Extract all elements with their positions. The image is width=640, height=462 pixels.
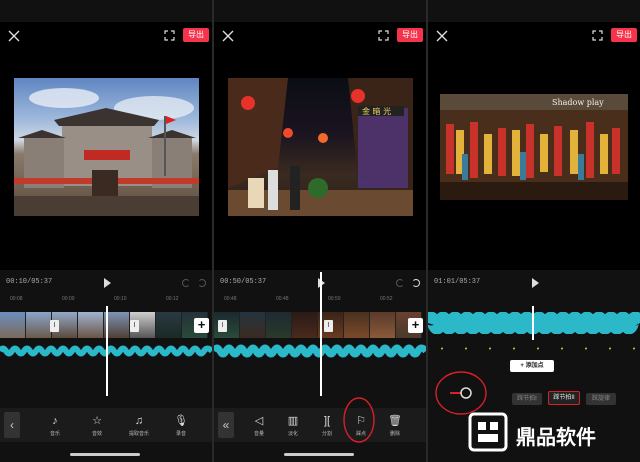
logo-icon	[468, 412, 508, 452]
ruler-tick: 00:48	[276, 296, 289, 302]
editor-panel-2: 导出 金 暗 光 00:50/05:37 00:48 00:48 00:50 0…	[214, 0, 426, 462]
tool-label: 录音	[175, 431, 186, 437]
music-icon: ♪	[52, 415, 58, 427]
beat-marker[interactable]: I	[218, 320, 227, 332]
tool-split[interactable]: ][ 分割	[314, 414, 340, 437]
tool-sound-effect[interactable]: ☆ 音效	[84, 414, 110, 437]
tool-label: 音量	[253, 431, 264, 437]
tool-label: 淡化	[287, 431, 298, 437]
volume-icon: ◁	[254, 415, 264, 427]
ruler-tick: 00:09	[62, 296, 75, 302]
delete-icon: 🗑	[388, 415, 402, 427]
redo-icon[interactable]	[412, 279, 420, 287]
highlight-circle-annotation	[343, 397, 375, 443]
editor-panel-1: 导出 00:10/05:37 00:08 00:09 00:10 00:12 I…	[0, 0, 212, 462]
tool-music[interactable]: ♪ 音乐	[42, 414, 68, 437]
tiktok-icon: ♫	[134, 415, 144, 427]
back-button[interactable]: ‹	[4, 412, 20, 438]
tool-record[interactable]: 🎙 录音	[168, 414, 194, 437]
highlight-circle-annotation	[435, 371, 487, 415]
tool-label: 分割	[321, 431, 332, 437]
sound-effect-icon: ☆	[92, 415, 102, 427]
play-icon[interactable]	[104, 278, 111, 288]
fade-icon: ▥	[287, 415, 299, 427]
video-frame-night-street: 金 暗 光	[228, 78, 413, 216]
tool-label: 删除	[389, 431, 400, 437]
fullscreen-icon[interactable]	[592, 30, 603, 41]
ruler-tick: 00:52	[380, 296, 393, 302]
editor-panel-3: 导出 Shadow play 01:01/05:37 + 添加点 踩节拍I 踩节…	[428, 0, 640, 462]
split-icon: ][	[323, 415, 331, 427]
close-icon[interactable]	[8, 30, 20, 42]
bottom-toolbar: ◁ 音量 ▥ 淡化 ][分割 ⚐ 踩点 🗑 删除	[214, 408, 426, 442]
beat-one-button[interactable]: 踩节拍I	[512, 393, 542, 405]
playhead[interactable]	[532, 306, 534, 340]
svg-text:金 暗 光: 金 暗 光	[362, 106, 391, 116]
export-button[interactable]: 导出	[611, 28, 637, 42]
play-icon[interactable]	[532, 278, 539, 288]
beat-marker[interactable]: I	[130, 320, 139, 332]
ruler-tick: 00:50	[328, 296, 341, 302]
ruler-tick: 00:10	[114, 296, 127, 302]
undo-icon[interactable]	[182, 279, 190, 287]
ruler-tick: 00:08	[10, 296, 23, 302]
playback-time: 00:50/05:37	[220, 278, 267, 286]
fullscreen-icon[interactable]	[164, 30, 175, 41]
undo-icon[interactable]	[396, 279, 404, 287]
tool-label: 音乐	[49, 431, 60, 437]
logo-text: 鼎品软件	[516, 425, 596, 449]
add-clip-button[interactable]: +	[194, 318, 209, 333]
tool-fade[interactable]: ▥ 淡化	[280, 414, 306, 437]
playback-time: 01:01/05:37	[434, 278, 481, 286]
home-indicator	[284, 453, 354, 456]
tool-label: 提取音乐	[128, 431, 149, 437]
beat-dots	[428, 337, 640, 350]
export-button[interactable]: 导出	[397, 28, 423, 42]
beat-two-button[interactable]: 踩节拍II	[548, 391, 580, 405]
playhead[interactable]	[106, 306, 108, 396]
playhead[interactable]	[320, 272, 322, 396]
watermark-logo: 鼎品软件	[468, 412, 638, 456]
melody-button[interactable]: 踩旋律	[586, 393, 616, 405]
collapse-button[interactable]: «	[218, 412, 234, 438]
add-clip-button[interactable]: +	[408, 318, 423, 333]
add-point-button[interactable]: + 添加点	[510, 360, 554, 372]
ruler-tick: 00:12	[166, 296, 179, 302]
tool-extract-music[interactable]: ♫ 提取音乐	[126, 414, 152, 437]
video-frame-temple	[14, 78, 199, 216]
beat-marker[interactable]: I	[50, 320, 59, 332]
export-button[interactable]: 导出	[183, 28, 209, 42]
sign-text: Shadow play	[552, 98, 604, 107]
close-icon[interactable]	[222, 30, 234, 42]
timeline-ruler: 00:08 00:09 00:10 00:12	[0, 296, 212, 304]
home-indicator	[70, 453, 140, 456]
microphone-icon: 🎙	[174, 415, 188, 427]
close-icon[interactable]	[436, 30, 448, 42]
video-frame-shadow-play: Shadow play	[440, 94, 628, 200]
redo-icon[interactable]	[198, 279, 206, 287]
bottom-toolbar: ♪ 音乐 ☆ 音效 ♫ 提取音乐 🎙 录音	[0, 408, 212, 442]
audio-waveform[interactable]	[428, 312, 640, 334]
tool-delete[interactable]: 🗑 删除	[382, 414, 408, 437]
fullscreen-icon[interactable]	[378, 30, 389, 41]
playback-time: 00:10/05:37	[6, 278, 53, 286]
tool-label: 音效	[91, 431, 102, 437]
ruler-tick: 00:48	[224, 296, 237, 302]
tool-volume[interactable]: ◁ 音量	[246, 414, 272, 437]
beat-marker[interactable]: I	[324, 320, 333, 332]
